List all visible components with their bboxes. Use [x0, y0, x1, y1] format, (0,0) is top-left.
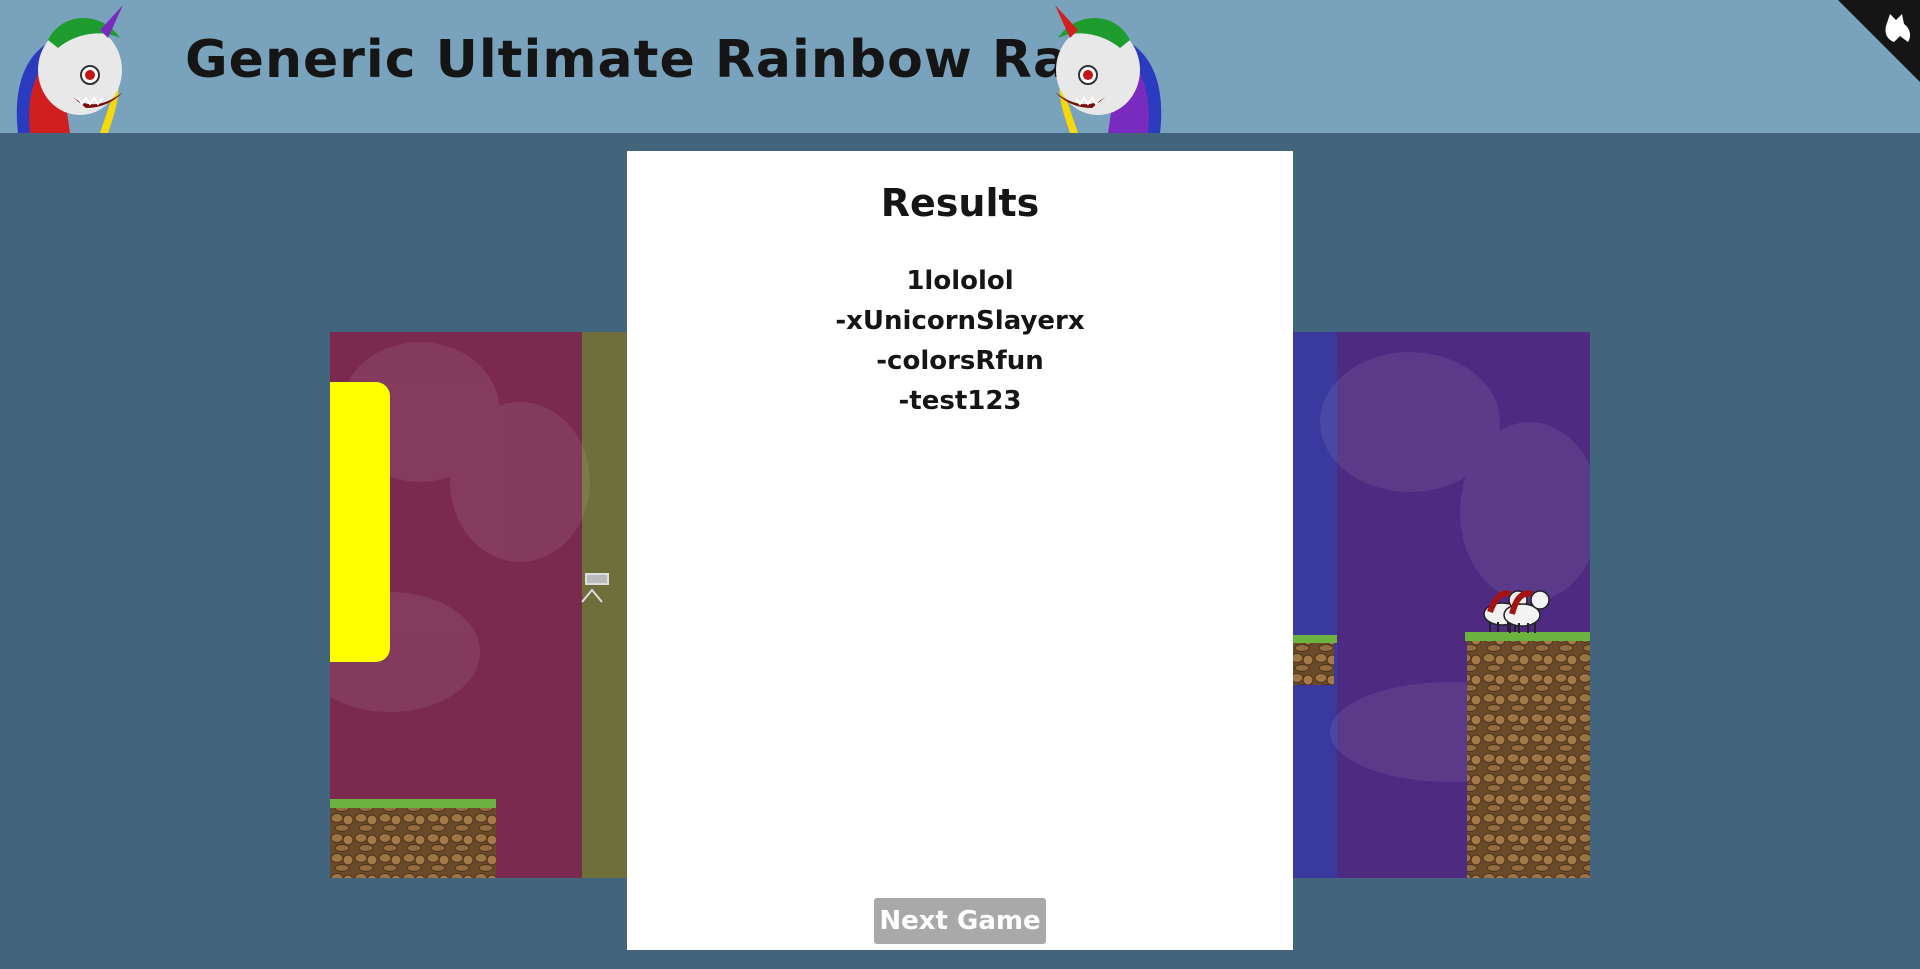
- results-list: 1lololol -xUnicornSlayerx -colorsRfun -t…: [627, 261, 1293, 421]
- result-entry: -colorsRfun: [876, 346, 1044, 376]
- ground-platform: [330, 799, 496, 878]
- powerup-block: [330, 382, 390, 662]
- ground-platform: [1465, 632, 1590, 878]
- unicorn-mascot-icon: [1055, 5, 1162, 133]
- results-modal: Results 1lololol -xUnicornSlayerx -color…: [627, 151, 1293, 950]
- unicorn-mascot-icon: [16, 5, 123, 133]
- ground-platform: [1292, 635, 1337, 685]
- cat-silhouette-icon[interactable]: [1838, 0, 1920, 82]
- page-title: Generic Ultimate Rainbow Race: [185, 30, 1138, 90]
- results-heading: Results: [880, 181, 1040, 225]
- site-header: Generic Ultimate Rainbow Race: [0, 0, 1920, 133]
- next-game-button[interactable]: Next Game: [874, 898, 1046, 944]
- result-entry: -xUnicornSlayerx: [835, 306, 1085, 336]
- result-entry: 1lololol: [906, 266, 1014, 296]
- result-entry: -test123: [898, 386, 1022, 416]
